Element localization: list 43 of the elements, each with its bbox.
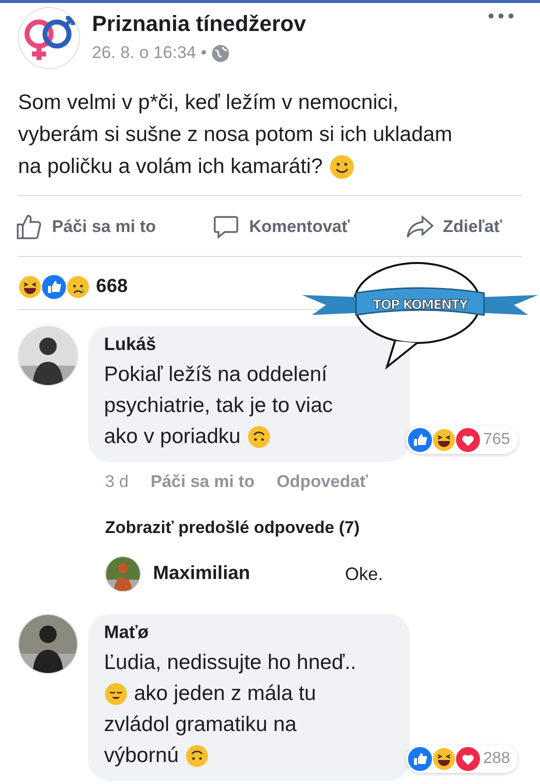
- comment-text-line: výbornú: [104, 743, 179, 769]
- page-name[interactable]: Priznania tínedžerov: [92, 11, 306, 37]
- upside-down-face-icon: [246, 424, 271, 448]
- comment-action-button[interactable]: Komentovať: [211, 212, 350, 242]
- reply-text: Oke.: [345, 564, 384, 584]
- post-text-line: Som velmi v p*či, keď ležím v nemocnici,: [18, 90, 399, 116]
- share-action-button[interactable]: Zdieľať: [404, 212, 502, 242]
- heart-reaction-icon: [456, 428, 480, 452]
- commenter-name[interactable]: Maťø: [104, 622, 394, 643]
- post-text-line: na poličku a volám ich kamaráti?: [18, 154, 323, 180]
- comment-text-line: zvládol gramatiku na: [104, 712, 297, 738]
- banner-label: TOP KOMENTY: [372, 298, 468, 313]
- upside-down-face-icon: [184, 744, 209, 768]
- laughing-face-icon: [432, 747, 456, 771]
- thumbs-up-icon: [14, 212, 44, 242]
- heart-reaction-icon: [456, 747, 480, 771]
- reaction-summary[interactable]: 288: [406, 745, 518, 773]
- smiling-face-icon: [328, 154, 355, 180]
- comment-text-line: ako v poriadku: [104, 424, 241, 450]
- like-action-button[interactable]: Páči sa mi to: [14, 212, 156, 242]
- comment-text-line: psychiatrie, tak je to viac: [104, 393, 333, 419]
- relieved-face-icon: [104, 682, 128, 706]
- more-options-icon[interactable]: [488, 13, 514, 19]
- like-reaction-icon: [408, 428, 432, 452]
- like-link[interactable]: Páči sa mi to: [150, 472, 255, 492]
- comment-text-line: Pokiaľ ležíš na oddelení: [104, 362, 328, 388]
- comment-text-line: ako jeden z mála tu: [134, 681, 316, 707]
- like-reaction-icon: [408, 747, 432, 771]
- reaction-count[interactable]: 668: [96, 276, 128, 298]
- replier-name[interactable]: Maximilian: [153, 563, 333, 585]
- commenter-name[interactable]: Lukáš: [104, 334, 394, 355]
- globe-icon: [212, 44, 229, 62]
- post-text-line: vyberám si sušne z nosa potom si ich ukladam: [18, 122, 452, 148]
- sad-face-icon: [66, 275, 90, 299]
- reaction-summary[interactable]: 765: [406, 426, 518, 454]
- laughing-face-icon: [432, 428, 456, 452]
- comment-text-line: Ľudia, nedissujte ho hneď..: [104, 650, 356, 676]
- like-reaction-icon: [42, 275, 66, 299]
- previous-replies-link[interactable]: Zobraziť predošlé odpovede (7): [0, 492, 540, 538]
- comment-age: 3 d: [105, 472, 129, 492]
- post-time[interactable]: 26. 8. o 16:34 •: [92, 43, 207, 63]
- reply-link[interactable]: Odpovedať: [276, 472, 368, 492]
- laughing-face-icon: [18, 275, 42, 299]
